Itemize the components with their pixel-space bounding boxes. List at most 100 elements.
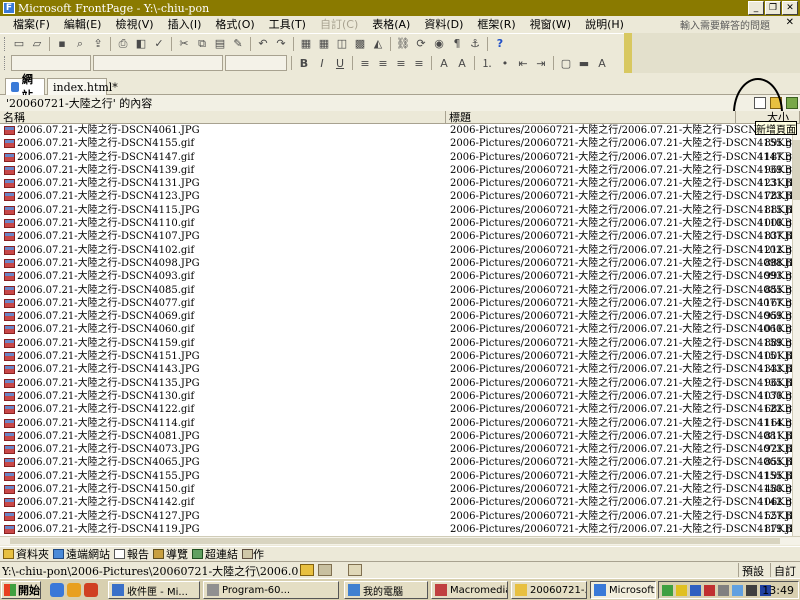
table-row[interactable]: 2006.07.21-大陸之行-DSCN4110.gif 2006-Picture… <box>0 217 799 230</box>
file-name[interactable]: 2006.07.21-大陸之行-DSCN4147.gif <box>17 151 194 164</box>
file-name[interactable]: 2006.07.21-大陸之行-DSCN4065.JPG <box>17 456 200 469</box>
status-custom[interactable]: 自訂 <box>774 563 796 579</box>
table-row[interactable]: 2006.07.21-大陸之行-DSCN4155.JPG 2006-Picture… <box>0 470 800 483</box>
underline-icon[interactable]: U <box>332 55 348 71</box>
borders-icon[interactable]: ▢ <box>558 55 574 71</box>
preview-icon[interactable]: ◧ <box>133 36 149 52</box>
menu-tools[interactable]: 工具(T) <box>262 16 313 32</box>
menu-window[interactable]: 視窗(W) <box>523 16 578 32</box>
table-row[interactable]: 2006.07.21-大陸之行-DSCN4107.JPG 2006-Picture… <box>0 230 800 243</box>
table-row[interactable]: 2006.07.21-大陸之行-DSCN4131.JPG 2006-Picture… <box>0 177 800 190</box>
save-icon[interactable]: ▪ <box>54 36 70 52</box>
column-header-title[interactable]: 標題 <box>446 111 736 124</box>
table-row[interactable]: 2006.07.21-大陸之行-DSCN4114.gif 2006-Picture… <box>0 417 799 430</box>
table-row[interactable]: 2006.07.21-大陸之行-DSCN4073.JPG 2006-Picture… <box>0 443 800 456</box>
close-button[interactable]: ✕ <box>782 1 798 15</box>
table-row[interactable]: 2006.07.21-大陸之行-DSCN4077.gif 2006-Picture… <box>0 297 799 310</box>
internet-explorer-icon[interactable] <box>50 583 64 597</box>
font-color-icon[interactable]: A <box>594 55 610 71</box>
style-select[interactable] <box>11 55 91 71</box>
table-row[interactable]: 2006.07.21-大陸之行-DSCN4135.JPG 2006-Picture… <box>0 377 800 390</box>
table-row[interactable]: 2006.07.21-大陸之行-DSCN4115.JPG 2006-Picture… <box>0 204 800 217</box>
table-row[interactable]: 2006.07.21-大陸之行-DSCN4093.gif 2006-Picture… <box>0 270 799 283</box>
align-right-icon[interactable]: ≡ <box>393 55 409 71</box>
column-header-name[interactable]: 名稱 <box>0 111 446 124</box>
table-row[interactable]: 2006.07.21-大陸之行-DSCN4098.JPG 2006-Picture… <box>0 257 800 270</box>
close-document-icon[interactable]: ✕ <box>786 17 794 28</box>
table-row[interactable]: 2006.07.21-大陸之行-DSCN4130.gif 2006-Picture… <box>0 390 799 403</box>
horizontal-scroll-thumb[interactable] <box>10 538 780 544</box>
file-name[interactable]: 2006.07.21-大陸之行-DSCN4081.JPG <box>17 430 200 443</box>
toolbar-grip[interactable] <box>4 36 7 51</box>
view-button-folder[interactable]: 資料夾 <box>3 546 49 562</box>
vertical-scrollbar[interactable] <box>792 124 800 536</box>
table-row[interactable]: 2006.07.21-大陸之行-DSCN4159.gif 2006-Picture… <box>0 337 799 350</box>
italic-icon[interactable]: I <box>314 55 330 71</box>
table-row[interactable]: 2006.07.21-大陸之行-DSCN4151.JPG 2006-Picture… <box>0 350 800 363</box>
tab-web-site[interactable]: 網站 <box>5 73 45 102</box>
file-name[interactable]: 2006.07.21-大陸之行-DSCN4127.JPG <box>17 510 200 523</box>
file-name[interactable]: 2006.07.21-大陸之行-DSCN4114.gif <box>17 417 194 430</box>
file-name[interactable]: 2006.07.21-大陸之行-DSCN4060.gif <box>17 323 194 336</box>
hyperlink-icon[interactable]: ⛓ <box>395 36 411 52</box>
menu-insert[interactable]: 插入(I) <box>161 16 209 32</box>
horizontal-scrollbar[interactable] <box>0 536 800 545</box>
undo-icon[interactable]: ↶ <box>255 36 271 52</box>
file-name[interactable]: 2006.07.21-大陸之行-DSCN4155.JPG <box>17 470 200 483</box>
taskbar-task[interactable]: Microsoft Fr... <box>590 581 656 599</box>
ask-question-box[interactable]: 輸入需要解答的問題 <box>680 17 770 32</box>
insert-picture-icon[interactable]: ▩ <box>352 36 368 52</box>
publish-icon[interactable]: ⇪ <box>90 36 106 52</box>
search-icon[interactable]: ⌕ <box>72 36 88 52</box>
open-icon[interactable]: ▱ <box>29 36 45 52</box>
taskbar-task[interactable]: Macromedia... <box>431 581 508 599</box>
table-row[interactable]: 2006.07.21-大陸之行-DSCN4069.gif 2006-Picture… <box>0 310 799 323</box>
menu-table[interactable]: 表格(A) <box>365 16 417 32</box>
numbering-icon[interactable]: ⒈ <box>479 55 495 71</box>
menu-edit[interactable]: 編輯(E) <box>57 16 109 32</box>
show-all-icon[interactable]: ¶ <box>449 36 465 52</box>
file-name[interactable]: 2006.07.21-大陸之行-DSCN4077.gif <box>17 297 194 310</box>
file-name[interactable]: 2006.07.21-大陸之行-DSCN4085.gif <box>17 284 194 297</box>
tray-icon[interactable] <box>690 585 701 596</box>
table-row[interactable]: 2006.07.21-大陸之行-DSCN4155.gif 2006-Picture… <box>0 137 799 150</box>
anchor-icon[interactable]: ⚓ <box>467 36 483 52</box>
taskbar-task[interactable]: 我的電腦 <box>344 581 428 599</box>
table-row[interactable]: 2006.07.21-大陸之行-DSCN4065.JPG 2006-Picture… <box>0 456 800 469</box>
cut-icon[interactable]: ✂ <box>176 36 192 52</box>
menu-format[interactable]: 格式(O) <box>208 16 261 32</box>
font-size-select[interactable] <box>225 55 287 71</box>
font-select[interactable] <box>93 55 223 71</box>
vertical-scroll-thumb[interactable] <box>793 140 800 200</box>
table-row[interactable]: 2006.07.21-大陸之行-DSCN4127.JPG 2006-Picture… <box>0 510 800 523</box>
menu-frames[interactable]: 框架(R) <box>470 16 522 32</box>
insert-table-icon[interactable]: ▦ <box>316 36 332 52</box>
file-name[interactable]: 2006.07.21-大陸之行-DSCN4143.JPG <box>17 363 200 376</box>
up-one-level-button[interactable] <box>786 97 798 109</box>
taskbar-task[interactable]: Program-60... <box>203 581 339 599</box>
drawing-icon[interactable]: ◭ <box>370 36 386 52</box>
tray-icon[interactable] <box>718 585 729 596</box>
file-name[interactable]: 2006.07.21-大陸之行-DSCN4142.gif <box>17 496 194 509</box>
toolbar-grip[interactable] <box>4 56 7 70</box>
file-name[interactable]: 2006.07.21-大陸之行-DSCN4151.JPG <box>17 350 200 363</box>
table-row[interactable]: 2006.07.21-大陸之行-DSCN4102.gif 2006-Picture… <box>0 244 799 257</box>
new-page-icon[interactable]: ▭ <box>11 36 27 52</box>
bold-icon[interactable]: B <box>296 55 312 71</box>
tray-icon[interactable] <box>704 585 715 596</box>
table-row[interactable]: 2006.07.21-大陸之行-DSCN4142.gif 2006-Picture… <box>0 496 799 509</box>
decrease-font-icon[interactable]: A <box>454 55 470 71</box>
file-name[interactable]: 2006.07.21-大陸之行-DSCN4061.JPG <box>17 124 200 137</box>
table-row[interactable]: 2006.07.21-大陸之行-DSCN4060.gif 2006-Picture… <box>0 323 799 336</box>
file-name[interactable]: 2006.07.21-大陸之行-DSCN4131.JPG <box>17 177 200 190</box>
file-name[interactable]: 2006.07.21-大陸之行-DSCN4110.gif <box>17 217 194 230</box>
file-name[interactable]: 2006.07.21-大陸之行-DSCN4122.gif <box>17 403 194 416</box>
minimize-button[interactable]: _ <box>748 1 764 15</box>
table-row[interactable]: 2006.07.21-大陸之行-DSCN4081.JPG 2006-Picture… <box>0 430 800 443</box>
file-name[interactable]: 2006.07.21-大陸之行-DSCN4139.gif <box>17 164 194 177</box>
increase-indent-icon[interactable]: ⇥ <box>533 55 549 71</box>
help-icon[interactable]: ? <box>492 36 508 52</box>
file-name[interactable]: 2006.07.21-大陸之行-DSCN4102.gif <box>17 244 194 257</box>
file-name[interactable]: 2006.07.21-大陸之行-DSCN4115.JPG <box>17 204 200 217</box>
start-button[interactable]: 開始 <box>1 581 41 599</box>
